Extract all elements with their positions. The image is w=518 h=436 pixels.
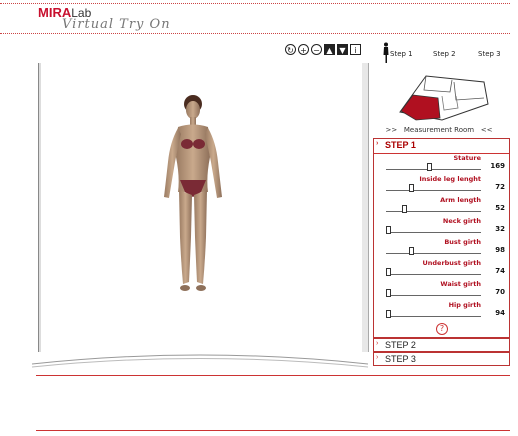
zoom-in-icon[interactable]: + — [298, 43, 309, 55]
step-3-link[interactable]: Step 3 — [478, 50, 501, 58]
measurement-slider-track[interactable] — [386, 190, 481, 191]
divider-upper — [36, 375, 510, 376]
step-1-link[interactable]: Step 1 — [390, 50, 413, 58]
measurement-slider-track[interactable] — [386, 316, 481, 317]
expand-icon: › — [376, 354, 379, 361]
room-minimap[interactable] — [398, 70, 490, 122]
rotate-icon[interactable]: ↻ — [285, 43, 296, 55]
measurement-slider-track[interactable] — [386, 169, 481, 170]
info-icon[interactable]: i — [350, 43, 361, 55]
divider-lower — [36, 430, 510, 431]
measurement-value: 169 — [490, 162, 505, 170]
measurement-slider-track[interactable] — [386, 253, 481, 254]
step1-panel: › STEP 1 Stature 169 Inside leg lenght 72 Ar… — [373, 138, 510, 338]
measurement-slider-track[interactable] — [386, 274, 481, 275]
step-2-link[interactable]: Step 2 — [433, 50, 456, 58]
zoom-out-icon[interactable]: − — [311, 43, 322, 55]
avatar-viewer[interactable] — [38, 62, 368, 354]
measurement-slider-track[interactable] — [386, 232, 481, 233]
measurement-label: Hip girth — [448, 301, 481, 309]
measurement-value: 98 — [495, 246, 505, 254]
measurement-slider-handle[interactable] — [386, 226, 391, 234]
prev-room-button[interactable]: >> — [385, 126, 397, 134]
help-icon[interactable]: ? — [436, 323, 448, 335]
measurement-slider-handle[interactable] — [386, 289, 391, 297]
measurement-label: Arm length — [440, 196, 481, 204]
measurement-label: Stature — [453, 154, 481, 162]
measurement-label: Waist girth — [440, 280, 481, 288]
step1-header[interactable]: › STEP 1 — [374, 139, 509, 154]
body-back-icon[interactable]: ▼ — [337, 43, 348, 55]
measurement-value: 70 — [495, 288, 505, 296]
measurement-slider-handle[interactable] — [408, 247, 414, 255]
measurement-value: 72 — [495, 183, 505, 191]
measurement-value: 94 — [495, 309, 505, 317]
avatar-model — [164, 95, 222, 291]
step2-header[interactable]: › STEP 2 — [373, 338, 510, 352]
person-icon — [383, 42, 389, 63]
step1-label: STEP 1 — [385, 140, 416, 150]
measurement-label: Bust girth — [444, 238, 481, 246]
measurement-slider-track[interactable] — [386, 211, 481, 212]
top-border — [0, 3, 510, 4]
measurement-label: Inside leg lenght — [419, 175, 481, 183]
measurement-label: Neck girth — [442, 217, 481, 225]
body-front-icon[interactable]: ▲ — [324, 43, 335, 55]
measurement-slider-handle[interactable] — [386, 310, 391, 318]
measurement-room-bar: >> Measurement Room << — [378, 126, 500, 134]
viewer-toolbar: ↻ + − ▲ ▼ i — [285, 42, 361, 56]
measurement-value: 52 — [495, 204, 505, 212]
expand-icon: › — [376, 140, 379, 147]
logo-subtitle: Virtual Try On — [62, 17, 171, 32]
measurement-room-title: Measurement Room — [403, 126, 475, 134]
steps-nav: Step 1 Step 2 Step 3 — [376, 42, 506, 63]
next-room-button[interactable]: << — [481, 126, 493, 134]
viewer-floor — [31, 354, 369, 368]
measurement-value: 74 — [495, 267, 505, 275]
header-border — [0, 33, 510, 34]
step2-label: STEP 2 — [385, 340, 416, 350]
measurement-slider-handle[interactable] — [386, 268, 391, 276]
measurement-row: Hip girth 94 — [374, 301, 509, 325]
measurement-slider-handle[interactable] — [426, 163, 432, 171]
measurement-value: 32 — [495, 225, 505, 233]
expand-icon: › — [376, 340, 379, 347]
step3-header[interactable]: › STEP 3 — [373, 352, 510, 366]
measurement-slider-handle[interactable] — [408, 184, 414, 192]
measurement-slider-handle[interactable] — [402, 205, 408, 213]
measurement-slider-track[interactable] — [386, 295, 481, 296]
measurement-label: Underbust girth — [422, 259, 481, 267]
step3-label: STEP 3 — [385, 354, 416, 364]
